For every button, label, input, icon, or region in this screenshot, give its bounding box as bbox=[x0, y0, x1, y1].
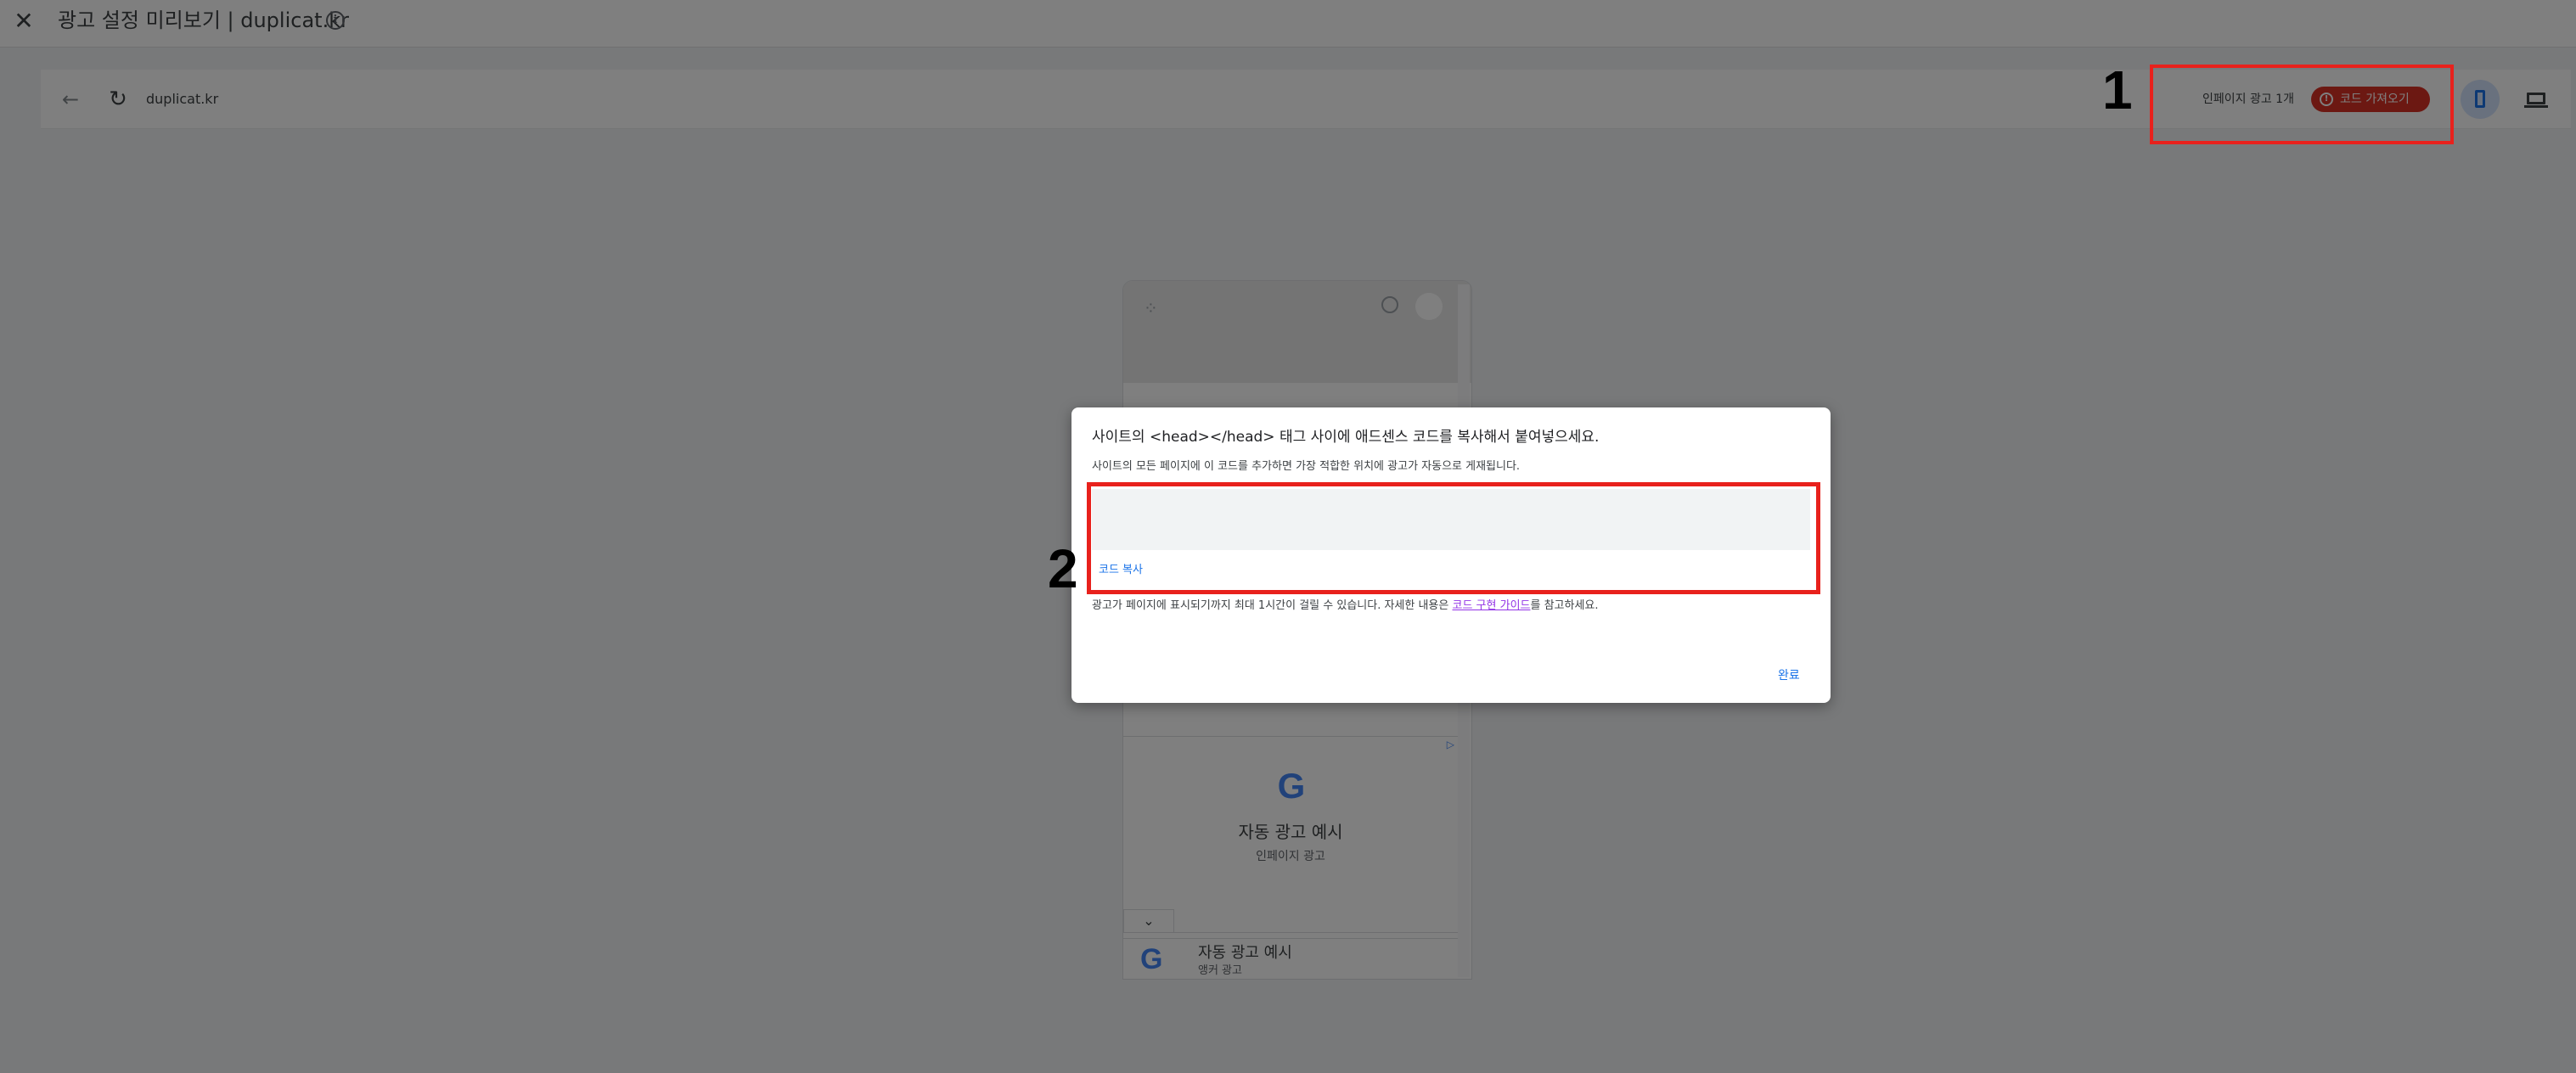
dialog-note: 광고가 페이지에 표시되기까지 최대 1시간이 걸릴 수 있습니다. 자세한 내… bbox=[1092, 598, 1599, 615]
step-marker-1: 1 bbox=[2102, 59, 2133, 121]
highlight-box-2 bbox=[1087, 482, 1820, 594]
step-marker-2: 2 bbox=[1048, 538, 1078, 599]
implementation-guide-link[interactable]: 코드 구현 가이드 bbox=[1453, 599, 1531, 612]
note-text: 광고가 페이지에 표시되기까지 최대 1시간이 걸릴 수 있습니다. 자세한 내… bbox=[1092, 599, 1453, 612]
done-button[interactable]: 완료 bbox=[1778, 667, 1800, 684]
highlight-box-1 bbox=[2150, 65, 2454, 144]
note-text-end: 를 참고하세요. bbox=[1530, 599, 1599, 612]
dialog-description: 사이트의 모든 페이지에 이 코드를 추가하면 가장 적합한 위치에 광고가 자… bbox=[1092, 460, 1521, 473]
dialog-title: 사이트의 <head></head> 태그 사이에 애드센스 코드를 복사해서 … bbox=[1092, 429, 1600, 446]
